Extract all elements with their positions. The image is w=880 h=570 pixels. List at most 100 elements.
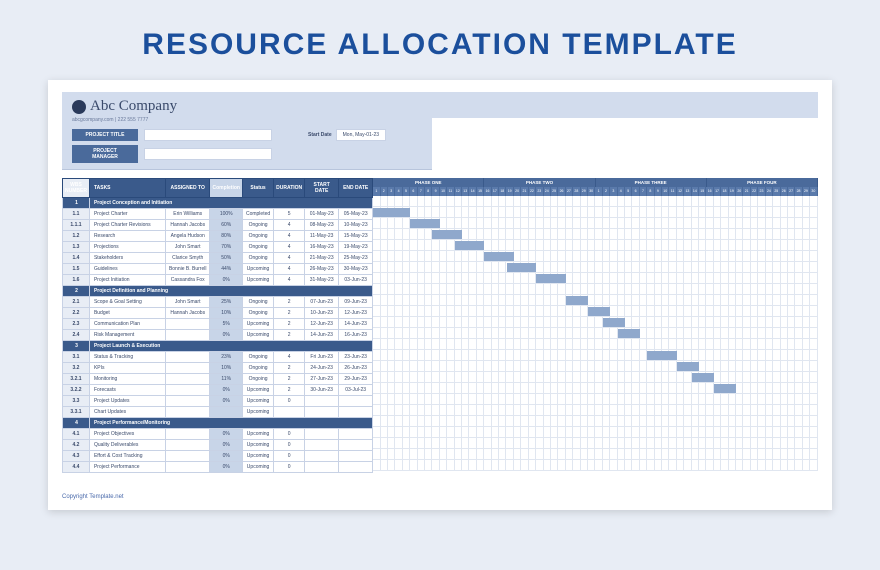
start-date-value[interactable]: Mon, May-01-23 [336, 129, 386, 141]
table-row[interactable]: 3.2.1Monitoring11%Ongoing227-Jun-2329-Ju… [63, 374, 373, 385]
phase-label: PHASE TWO [484, 178, 595, 187]
gantt-row [373, 383, 818, 394]
phase-label: PHASE FOUR [707, 178, 818, 187]
table-row[interactable]: 1.4StakeholdersClarice Smyth50%Ongoing42… [63, 253, 373, 264]
table-row[interactable]: 4.3Effort & Cost Tracking0%Upcoming0 [63, 451, 373, 462]
col-end: END DATE [339, 179, 373, 198]
table-row[interactable]: 3.3.1Chart UpdatesUpcoming [63, 407, 373, 418]
gantt-row [373, 306, 818, 317]
gantt-row [373, 328, 818, 339]
day-header: 1234567891011121314151617181920212223242… [373, 187, 818, 196]
section-title: Project Performance/Monitoring [89, 418, 372, 429]
col-completion: Completion [210, 179, 243, 198]
gantt-row [373, 416, 818, 427]
gantt-bar[interactable] [588, 307, 610, 316]
section-wbs: 3 [63, 341, 90, 352]
phase-header: PHASE ONEPHASE TWOPHASE THREEPHASE FOUR [373, 178, 818, 187]
spreadsheet-sheet: Abc Company abcgcompany.com | 222 555 77… [48, 80, 832, 510]
gantt-bar[interactable] [484, 252, 514, 261]
table-row[interactable]: 4.1Project Objectives0%Upcoming0 [63, 429, 373, 440]
gantt-bar[interactable] [647, 351, 677, 360]
table-row[interactable]: 2.1Scope & Goal SettingJohn Smart25%Ongo… [63, 297, 373, 308]
col-status: Status [242, 179, 273, 198]
section-title: Project Conception and Initiation [89, 198, 372, 209]
gantt-row [373, 449, 818, 460]
company-subtitle: abcgcompany.com | 222 555 7777 [72, 117, 422, 123]
gantt-row [373, 350, 818, 361]
gantt-bar[interactable] [692, 373, 714, 382]
gantt-row [373, 460, 818, 471]
phase-label: PHASE THREE [596, 178, 707, 187]
gantt-row [373, 372, 818, 383]
gantt-bar[interactable] [618, 329, 640, 338]
col-duration: DURATION [274, 179, 305, 198]
gantt-row [373, 361, 818, 372]
table-row[interactable]: 1.6Project InitiationCassandra Fox0%Upco… [63, 275, 373, 286]
gantt-row [373, 218, 818, 229]
gantt-chart: PHASE ONEPHASE TWOPHASE THREEPHASE FOUR … [373, 178, 818, 473]
table-row[interactable]: 1.1Project CharterErin Williams100%Compl… [63, 209, 373, 220]
gantt-bar[interactable] [373, 208, 410, 217]
gantt-bar[interactable] [566, 296, 588, 305]
gantt-row [373, 438, 818, 449]
gantt-bar[interactable] [677, 362, 699, 371]
gantt-grid [373, 196, 818, 471]
gantt-row [373, 240, 818, 251]
table-row[interactable]: 2.2BudgetHannah Jacobs10%Ongoing210-Jun-… [63, 308, 373, 319]
gantt-bar[interactable] [603, 318, 625, 327]
page-title: RESOURCE ALLOCATION TEMPLATE [0, 0, 880, 80]
project-title-input[interactable] [144, 129, 272, 141]
gantt-bar[interactable] [455, 241, 485, 250]
table-header-row: WBS NUMBER TASKS ASSIGNED TO Completion … [63, 179, 373, 198]
task-table: WBS NUMBER TASKS ASSIGNED TO Completion … [62, 178, 373, 473]
table-row[interactable]: 3.3Project Updates0%Upcoming0 [63, 396, 373, 407]
company-name: Abc Company [90, 98, 177, 114]
gantt-row [373, 427, 818, 438]
start-date-label: Start Date [308, 132, 332, 138]
gantt-bar[interactable] [507, 263, 537, 272]
gantt-bar[interactable] [432, 230, 462, 239]
table-row[interactable]: 1.3ProjectionsJohn Smart70%Ongoing416-Ma… [63, 242, 373, 253]
phase-tab-bg [432, 92, 818, 118]
section-wbs: 4 [63, 418, 90, 429]
gantt-row [373, 229, 818, 240]
project-manager-label: PROJECT MANAGER [72, 145, 138, 163]
logo-icon [72, 100, 86, 114]
gantt-bar[interactable] [536, 274, 566, 283]
table-row[interactable]: 3.2.2Forecasts0%Upcoming230-Jun-2303-Jul… [63, 385, 373, 396]
col-tasks: TASKS [89, 179, 165, 198]
table-row[interactable]: 4.2Quality Deliverables0%Upcoming0 [63, 440, 373, 451]
table-row[interactable]: 1.5GuidelinesBonnie B. Burrell44%Upcomin… [63, 264, 373, 275]
gantt-bar[interactable] [410, 219, 440, 228]
table-row[interactable]: 1.2ResearchAngela Hudson80%Ongoing411-Ma… [63, 231, 373, 242]
gantt-row [373, 273, 818, 284]
table-row[interactable]: 4.4Project Performance0%Upcoming0 [63, 462, 373, 473]
gantt-row [373, 284, 818, 295]
gantt-row [373, 207, 818, 218]
gantt-bar[interactable] [714, 384, 736, 393]
col-wbs: WBS NUMBER [63, 179, 90, 198]
section-title: Project Definition and Planning [89, 286, 372, 297]
project-manager-input[interactable] [144, 148, 272, 160]
project-title-label: PROJECT TITLE [72, 129, 138, 141]
gantt-row [373, 262, 818, 273]
col-assigned: ASSIGNED TO [165, 179, 210, 198]
section-wbs: 1 [63, 198, 90, 209]
gantt-row [373, 405, 818, 416]
gantt-row [373, 317, 818, 328]
phase-label: PHASE ONE [373, 178, 484, 187]
copyright-footer: Copyright Template.net [62, 494, 124, 500]
table-row[interactable]: 3.2KPIs10%Ongoing224-Jun-2326-Jun-23 [63, 363, 373, 374]
gantt-row [373, 295, 818, 306]
company-header: Abc Company abcgcompany.com | 222 555 77… [62, 92, 432, 170]
table-row[interactable]: 1.1.1Project Charter RevisionsHannah Jac… [63, 220, 373, 231]
gantt-row [373, 394, 818, 405]
table-row[interactable]: 3.1Status & Tracking23%Ongoing4Fri Jun-2… [63, 352, 373, 363]
gantt-row [373, 251, 818, 262]
section-wbs: 2 [63, 286, 90, 297]
table-row[interactable]: 2.3Communication Plan5%Upcoming212-Jun-2… [63, 319, 373, 330]
table-row[interactable]: 2.4Risk Management0%Upcoming214-Jun-2316… [63, 330, 373, 341]
col-start: START DATE [305, 179, 339, 198]
section-title: Project Launch & Execution [89, 341, 372, 352]
gantt-row [373, 196, 818, 207]
